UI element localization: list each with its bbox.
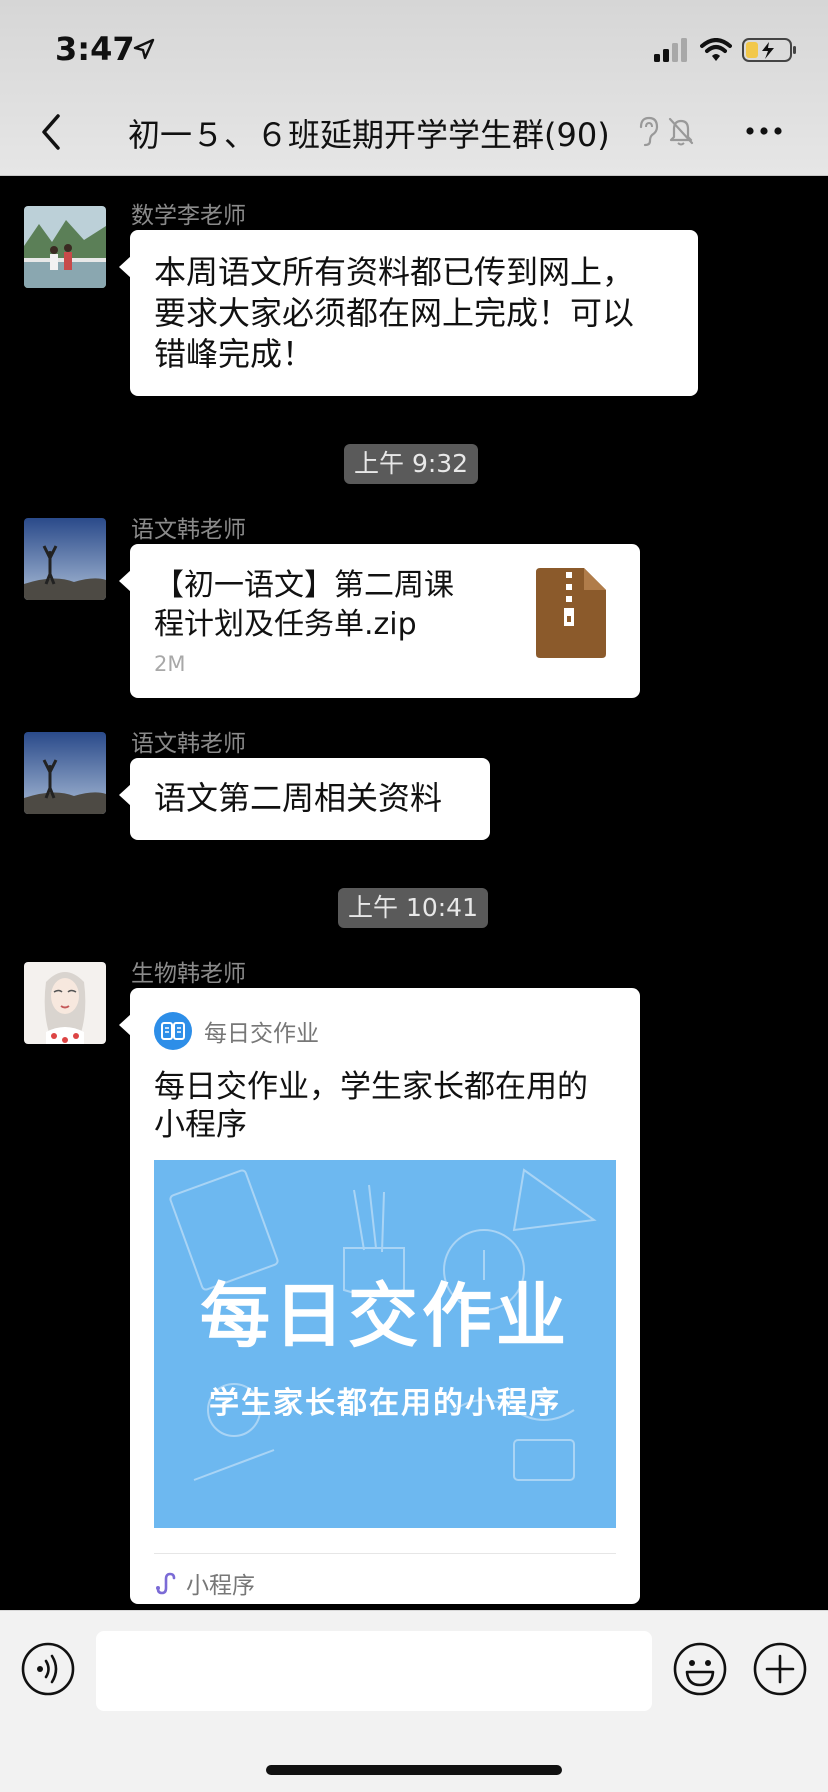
earpiece-mode-icon [639, 116, 659, 147]
avatar-illustration [24, 962, 106, 1044]
timestamp: 上午 9:32 [344, 444, 479, 484]
avatar-photo [24, 518, 106, 600]
message-bubble[interactable]: 本周语文所有资料都已传到网上， 要求大家必须都在网上完成！可以 错峰完成！ [119, 230, 698, 396]
mini-program-name: 每日交作业 [204, 1021, 319, 1047]
message-line: 要求大家必须都在网上完成！可以 [154, 294, 635, 332]
sender-name: 数学李老师 [131, 203, 246, 229]
divider [154, 1553, 616, 1554]
mini-program-title: 每日交作业，学生家长都在用的 小程序 [154, 1068, 624, 1144]
home-indicator[interactable] [266, 1765, 562, 1775]
message-text: 语文第二周相关资料 [154, 779, 443, 817]
message-line: 本周语文所有资料都已传到网上， [154, 253, 635, 291]
file-message-bubble[interactable]: 【初一语文】第二周课 程计划及任务单.zip 2M [119, 544, 640, 698]
message-bubble[interactable]: 语文第二周相关资料 [119, 758, 490, 840]
banner-subtitle: 学生家长都在用的小程序 [209, 1386, 561, 1421]
add-attachment-icon[interactable] [752, 1641, 808, 1697]
sender-name: 语文韩老师 [131, 731, 246, 757]
banner-title: 每日交作业 [200, 1275, 570, 1357]
mini-program-card[interactable]: 每日交作业 每日交作业，学生家长都在用的 小程序 每日交作业 学生家长都在用的小… [119, 988, 640, 1604]
message-input[interactable] [96, 1631, 652, 1711]
timestamp: 上午 10:41 [338, 888, 488, 928]
location-arrow-icon [133, 38, 155, 60]
mini-program-header: 每日交作业 [154, 1012, 319, 1050]
mini-program-title-line: 小程序 [154, 1107, 247, 1143]
avatar-photo [24, 206, 106, 288]
mini-program-link-icon [156, 1572, 176, 1595]
avatar[interactable] [24, 206, 106, 288]
battery-icon [742, 38, 796, 62]
status-icons [654, 36, 798, 64]
file-name-line: 程计划及任务单.zip [154, 607, 417, 642]
mini-program-footer: 小程序 [154, 1566, 255, 1600]
chat-title: 初一５、６班延期开学学生群(90) [128, 116, 610, 154]
emoji-icon[interactable] [672, 1641, 728, 1697]
avatar[interactable] [24, 962, 106, 1044]
top-bar: 3:47 初一５、６班延期开学学生群(90) [0, 0, 828, 176]
mini-program-title-line: 每日交作业，学生家长都在用的 [154, 1069, 588, 1105]
file-name-line: 【初一语文】第二周课 [154, 568, 454, 603]
status-time: 3:47 [55, 30, 135, 68]
avatar-photo [24, 732, 106, 814]
mini-program-footer-label: 小程序 [186, 1573, 255, 1599]
avatar[interactable] [24, 518, 106, 600]
signal-icon [654, 38, 687, 62]
back-arrow-icon[interactable] [36, 108, 66, 156]
mini-program-logo-icon [154, 1012, 192, 1050]
more-options-icon[interactable] [744, 118, 784, 144]
avatar[interactable] [24, 732, 106, 814]
file-size: 2M [154, 652, 186, 676]
sender-name: 语文韩老师 [131, 517, 246, 543]
mute-bell-icon [668, 117, 694, 146]
wifi-icon [700, 38, 732, 61]
zip-file-icon [536, 568, 606, 658]
sender-name: 生物韩老师 [131, 961, 246, 987]
message-line: 错峰完成！ [154, 335, 315, 373]
mini-program-banner: 每日交作业 学生家长都在用的小程序 [154, 1160, 616, 1528]
voice-input-icon[interactable] [20, 1641, 76, 1697]
